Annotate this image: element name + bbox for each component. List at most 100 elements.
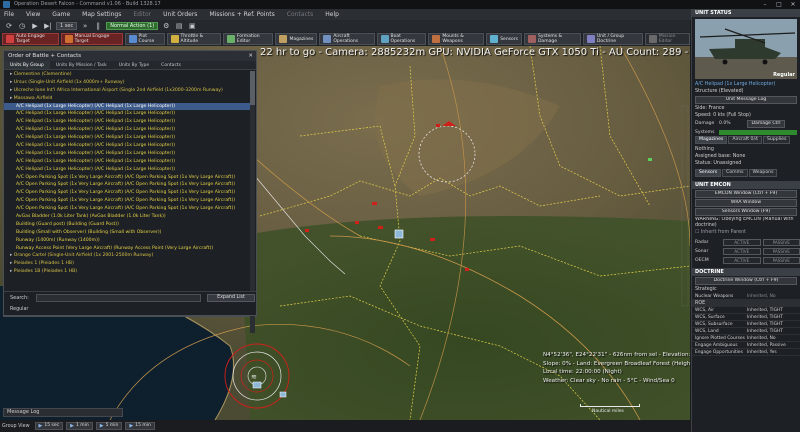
scrollbar-thumb[interactable]	[250, 71, 255, 105]
doctrine-row[interactable]: WCS, Surface Inherited, TIGHT	[692, 314, 800, 321]
time-control-button[interactable]: ▶ 5 min	[95, 422, 123, 430]
oob-row[interactable]: A/C Open Parking Spot (1x Very Large Air…	[4, 205, 250, 213]
oob-row[interactable]: A/C Open Parking Spot (1x Very Large Air…	[4, 189, 250, 197]
oecm-active-toggle[interactable]: ACTIVE	[723, 256, 761, 264]
doctrine-row[interactable]: WCS, Subsurface Inherited, TIGHT	[692, 321, 800, 328]
unit-order-button-12[interactable]: Mission Editor	[644, 33, 690, 45]
expand-list-button[interactable]: Expand List	[207, 294, 255, 302]
doctrine-header[interactable]: DOCTRINE	[692, 268, 800, 276]
oob-row[interactable]: AvGas Bladder (1.0k Liter Tank) (AvGas B…	[4, 213, 250, 221]
unit-order-button-9[interactable]: Sensors	[486, 33, 522, 45]
oob-row[interactable]: ▸ Massawa Airfield	[4, 95, 250, 103]
close-icon[interactable]: ✕	[786, 0, 800, 9]
unit-order-button-5[interactable]: Magazines	[275, 33, 318, 45]
layers-icon[interactable]: ▤	[174, 22, 184, 31]
oob-row[interactable]: ▸ Clementine (Clementine)	[4, 71, 250, 79]
menu-item-8[interactable]: Help	[325, 11, 339, 18]
oob-row[interactable]: A/C Open Parking Spot (1x Very Large Air…	[4, 197, 250, 205]
oob-row[interactable]: Building (Guard post) (Building (Guard P…	[4, 221, 250, 229]
oob-row[interactable]: A/C Helipad (1x Large Helicopter) (A/C H…	[4, 158, 250, 166]
unit-order-button-1[interactable]: Manual Engage Target	[60, 33, 123, 45]
oob-header[interactable]: Order of Battle + Contacts ✕	[4, 51, 256, 61]
radar-active-toggle[interactable]: ACTIVE	[723, 238, 761, 246]
oob-row[interactable]: Runway (1400m) (Runway (1400m))	[4, 237, 250, 245]
menu-item-4[interactable]: Editor	[133, 11, 151, 18]
time-control-button[interactable]: ▶ 15 sec	[34, 422, 64, 430]
oob-row[interactable]: Building (Small with Observer) (Building…	[4, 229, 250, 237]
menu-item-7[interactable]: Contacts	[287, 11, 313, 18]
menu-item-0[interactable]: File	[4, 11, 14, 18]
sonar-passive-toggle[interactable]: PASSIVE	[762, 247, 800, 255]
oob-row[interactable]: A/C Helipad (1x Large Helicopter) (A/C H…	[4, 102, 250, 111]
oob-row[interactable]: A/C Open Parking Spot (1x Very Large Air…	[4, 174, 250, 182]
oob-row[interactable]: Runway Access Point (Very Large Aircraft…	[4, 245, 250, 253]
unit-order-button-6[interactable]: Aircraft Operations	[319, 33, 375, 45]
oob-row[interactable]: ▸ Pleiades 1B (Pleiades 1 HB)	[4, 268, 250, 276]
pause-icon[interactable]: ‖	[93, 22, 103, 31]
refresh-icon[interactable]: ⟳	[4, 22, 14, 31]
unit-order-button-8[interactable]: Mounts & Weapons	[428, 33, 485, 45]
oob-row[interactable]: A/C Open Parking Spot (1x Very Large Air…	[4, 181, 250, 189]
oob-tab-0[interactable]: Units By Group	[4, 61, 50, 69]
oecm-passive-toggle[interactable]: PASSIVE	[762, 256, 800, 264]
panel-tab-2[interactable]: Supplies	[762, 136, 791, 144]
oob-row[interactable]: A/C Helipad (1x Large Helicopter) (A/C H…	[4, 110, 250, 118]
unit-message-log-button[interactable]: Unit Message Log	[695, 96, 797, 104]
close-icon[interactable]: ✕	[248, 51, 253, 61]
oob-tab-3[interactable]: Contacts	[155, 61, 187, 69]
time-control-button[interactable]: ▶ 1 min	[66, 422, 93, 430]
unit-order-button-2[interactable]: Plot Course	[124, 33, 165, 45]
menu-item-6[interactable]: Missions + Ref. Points	[209, 11, 274, 18]
menu-item-3[interactable]: Map Settings	[82, 11, 121, 18]
time-compression-select[interactable]: 1 sec	[56, 22, 78, 30]
inherit-parent-checkbox[interactable]: ☐ Inherit from Parent	[692, 229, 800, 236]
panel-tab-2[interactable]: Weapons	[748, 169, 778, 177]
menu-item-1[interactable]: View	[26, 11, 40, 18]
oob-row[interactable]: ▸ Pleiades 1 (Pleiades 1 HB)	[4, 260, 250, 268]
unit-emcon-header[interactable]: UNIT EMCON	[692, 181, 800, 189]
step-icon[interactable]: ▶|	[43, 22, 53, 31]
play-icon[interactable]: ▶	[30, 22, 40, 31]
wra-window-button[interactable]: WRA Window	[695, 199, 797, 207]
oob-row[interactable]: ▸ Ursus (Single-Unit Airfield (1x 4000m+…	[4, 79, 250, 87]
nuclear-row[interactable]: Nuclear Weapons Inherited, No	[692, 293, 800, 300]
oob-row[interactable]: A/C Helipad (1x Large Helicopter) (A/C H…	[4, 126, 250, 134]
panel-tab-1[interactable]: Aircraft 0/4	[728, 136, 762, 144]
doctrine-row[interactable]: Engage Opportunities Inherited, Yes	[692, 349, 800, 356]
emcon-window-button[interactable]: EMCON Window (Ctrl + F9)	[695, 190, 797, 198]
unit-order-button-3[interactable]: Throttle & Altitude	[166, 33, 221, 45]
unit-order-button-0[interactable]: Auto Engage Target	[2, 33, 59, 45]
search-input[interactable]	[36, 294, 201, 302]
fast-forward-icon[interactable]: »	[80, 22, 90, 31]
minimize-icon[interactable]: –	[758, 0, 772, 9]
oob-tab-2[interactable]: Units By Type	[113, 61, 155, 69]
damage-control-button[interactable]: Damage Ctrl	[747, 119, 785, 128]
oob-row[interactable]: A/C Helipad (1x Large Helicopter) (A/C H…	[4, 118, 250, 126]
oob-row[interactable]: A/C Helipad (1x Large Helicopter) (A/C H…	[4, 166, 250, 174]
oob-tab-1[interactable]: Units By Mission / Task	[50, 61, 113, 69]
doctrine-window-button[interactable]: Doctrine Window (Ctrl + F9)	[695, 277, 797, 285]
menu-item-5[interactable]: Unit Orders	[163, 11, 197, 18]
realtime-toggle[interactable]: Normal Action (1)	[106, 22, 159, 30]
radar-passive-toggle[interactable]: PASSIVE	[762, 238, 800, 246]
doctrine-row[interactable]: Engage Ambiguous Inherited, Passive	[692, 342, 800, 349]
time-control-button[interactable]: ▶ 15 min	[125, 422, 155, 430]
menu-item-2[interactable]: Game	[52, 11, 70, 18]
maximize-icon[interactable]: □	[772, 0, 786, 9]
unit-order-button-11[interactable]: Unit / Group Doctrine	[582, 33, 643, 45]
doctrine-row[interactable]: Ignore Plotted Courses Inherited, No	[692, 335, 800, 342]
doctrine-row[interactable]: WCS, Air Inherited, TIGHT	[692, 307, 800, 314]
message-log-button[interactable]: Message Log	[3, 408, 123, 417]
settings-icon[interactable]: ⚙	[161, 22, 171, 31]
oob-row[interactable]: A/C Helipad (1x Large Helicopter) (A/C H…	[4, 150, 250, 158]
sensors-window-button[interactable]: Sensors Window (F9)	[695, 208, 797, 216]
screenshot-icon[interactable]: ▣	[187, 22, 197, 31]
unit-order-button-7[interactable]: Boat Operations	[376, 33, 427, 45]
doctrine-row[interactable]: WCS, Land Inherited, TIGHT	[692, 328, 800, 335]
panel-tab-0[interactable]: Sensors	[695, 169, 722, 177]
oob-row[interactable]: ▸ Orange Cartel (Single-Unit Airfield (1…	[4, 252, 250, 260]
unit-order-button-10[interactable]: Systems & Damage	[523, 33, 581, 45]
unit-status-header[interactable]: UNIT STATUS	[692, 9, 800, 17]
oob-row[interactable]: A/C Helipad (1x Large Helicopter) (A/C H…	[4, 134, 250, 142]
panel-tab-0[interactable]: Magazines	[695, 136, 728, 144]
